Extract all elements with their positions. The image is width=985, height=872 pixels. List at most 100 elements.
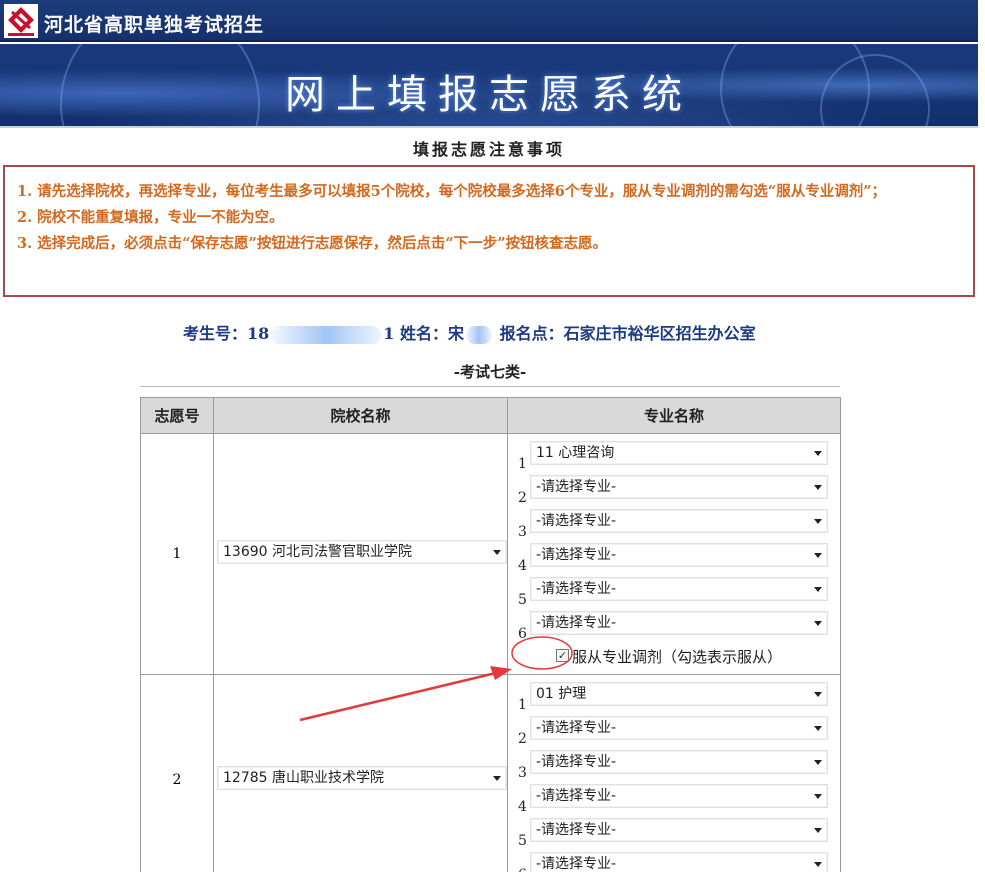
redacted-mask	[466, 325, 493, 344]
divider	[0, 126, 978, 128]
chevron-down-icon	[814, 828, 822, 833]
choices-table: 志愿号 院校名称 专业名称 1 13690 河北司法警官职业学院 1 11 心理…	[140, 397, 841, 872]
major-number: 2	[518, 490, 527, 506]
chevron-down-icon	[493, 776, 501, 781]
major-row: 4 -请选择专业-	[508, 540, 840, 574]
major-select[interactable]: -请选择专业-	[530, 475, 828, 499]
notes-title: 填报志愿注意事项	[412, 140, 565, 159]
major-row: 2 -请选择专业-	[508, 713, 840, 747]
school-select[interactable]: 12785 唐山职业技术学院	[217, 766, 507, 790]
top-bar: 河北省高职单独考试招生	[0, 0, 978, 42]
major-select-value: 11 心理咨询	[536, 445, 615, 461]
adjust-label: 服从专业调剂（勾选表示服从）	[572, 648, 783, 666]
major-number: 1	[518, 697, 527, 713]
header-major: 专业名称	[507, 397, 841, 434]
banner-title: 网上填报志愿系统	[285, 72, 693, 118]
table-header-row: 志愿号 院校名称 专业名称	[140, 397, 841, 434]
major-cell: 1 01 护理 2 -请选择专业- 3 -请选择专业- 4 -请选择专业- 5 …	[507, 674, 841, 872]
adjust-checkbox[interactable]: ✓	[556, 649, 569, 662]
office-label: 报名点：	[499, 324, 564, 343]
note-item-1: 1. 请先选择院校，再选择专业，每位考生最多可以填报5个院校，每个院校最多选择6…	[17, 183, 887, 200]
chevron-down-icon	[814, 760, 822, 765]
major-select[interactable]: -请选择专业-	[530, 818, 828, 842]
major-number: 6	[518, 626, 527, 642]
major-number: 4	[518, 799, 527, 815]
school-select[interactable]: 13690 河北司法警官职业学院	[217, 540, 507, 564]
major-select[interactable]: -请选择专业-	[530, 750, 828, 774]
chevron-down-icon	[814, 587, 822, 592]
major-number: 6	[518, 867, 527, 872]
major-number: 3	[518, 524, 527, 540]
student-info: 考生号：18 1 姓名：宋 报名点：石家庄市裕华区招生办公室	[183, 320, 756, 344]
major-select-value: -请选择专业-	[536, 581, 617, 597]
major-row: 3 -请选择专业-	[508, 747, 840, 781]
major-select[interactable]: -请选择专业-	[530, 577, 828, 601]
major-select[interactable]: 11 心理咨询	[530, 441, 828, 465]
major-select-value: -请选择专业-	[536, 856, 617, 872]
exam-type: -考试七类-	[453, 363, 527, 381]
school-select-value: 12785 唐山职业技术学院	[223, 770, 384, 786]
major-number: 5	[518, 592, 527, 608]
notes-box: 1. 请先选择院校，再选择专业，每位考生最多可以填报5个院校，每个院校最多选择6…	[3, 165, 975, 297]
major-row: 3 -请选择专业-	[508, 506, 840, 540]
redacted-mask	[271, 325, 382, 344]
student-id-prefix: 18	[247, 324, 270, 343]
note-item-2: 2. 院校不能重复填报，专业一不能为空。	[17, 209, 284, 226]
major-select-value: -请选择专业-	[536, 788, 617, 804]
chevron-down-icon	[814, 621, 822, 626]
major-select[interactable]: -请选择专业-	[530, 509, 828, 533]
major-select[interactable]: -请选择专业-	[530, 716, 828, 740]
major-select[interactable]: -请选择专业-	[530, 852, 828, 872]
table-row: 1 13690 河北司法警官职业学院 1 11 心理咨询 2 -请选择专业- 3…	[140, 433, 841, 675]
major-select-value: -请选择专业-	[536, 479, 617, 495]
chevron-down-icon	[814, 451, 822, 456]
table-row: 2 12785 唐山职业技术学院 1 01 护理 2 -请选择专业- 3 -请选…	[140, 674, 841, 872]
major-row: 6 -请选择专业-	[508, 608, 840, 642]
major-row: 5 -请选择专业-	[508, 574, 840, 608]
header-school: 院校名称	[213, 397, 508, 434]
school-cell: 12785 唐山职业技术学院	[213, 674, 508, 872]
major-number: 5	[518, 833, 527, 849]
major-number: 2	[518, 731, 527, 747]
student-id-label: 考生号：	[183, 324, 248, 343]
major-row: 4 -请选择专业-	[508, 781, 840, 815]
adjust-row: ✓ 服从专业调剂（勾选表示服从）	[508, 642, 840, 672]
chevron-down-icon	[814, 553, 822, 558]
major-select-value: -请选择专业-	[536, 720, 617, 736]
school-select-value: 13690 河北司法警官职业学院	[223, 544, 412, 560]
major-select-value: -请选择专业-	[536, 615, 617, 631]
chevron-down-icon	[493, 550, 501, 555]
logo-icon	[4, 4, 38, 38]
major-row: 5 -请选择专业-	[508, 815, 840, 849]
note-item-3: 3. 选择完成后，必须点击“保存志愿”按钮进行志愿保存，然后点击“下一步”按钮核…	[17, 235, 608, 252]
chevron-down-icon	[814, 692, 822, 697]
chevron-down-icon	[814, 726, 822, 731]
major-select[interactable]: 01 护理	[530, 682, 828, 706]
student-name-label: 姓名：	[400, 324, 449, 343]
student-name: 宋	[448, 324, 465, 343]
major-select[interactable]: -请选择专业-	[530, 543, 828, 567]
major-row: 1 11 心理咨询	[508, 438, 840, 472]
major-select-value: -请选择专业-	[536, 822, 617, 838]
school-cell: 13690 河北司法警官职业学院	[213, 433, 508, 675]
chevron-down-icon	[814, 862, 822, 867]
banner: 网上填报志愿系统	[0, 44, 978, 126]
major-select-value: 01 护理	[536, 686, 587, 702]
site-title: 河北省高职单独考试招生	[44, 14, 265, 36]
choice-number: 1	[140, 433, 214, 675]
major-row: 2 -请选择专业-	[508, 472, 840, 506]
major-select[interactable]: -请选择专业-	[530, 611, 828, 635]
major-number: 3	[518, 765, 527, 781]
major-select-value: -请选择专业-	[536, 547, 617, 563]
major-number: 4	[518, 558, 527, 574]
major-cell: 1 11 心理咨询 2 -请选择专业- 3 -请选择专业- 4 -请选择专业- …	[507, 433, 841, 675]
chevron-down-icon	[814, 794, 822, 799]
major-row: 6 -请选择专业-	[508, 849, 840, 872]
choice-number: 2	[140, 674, 214, 872]
major-select-value: -请选择专业-	[536, 754, 617, 770]
office-name: 石家庄市裕华区招生办公室	[563, 324, 756, 343]
divider	[140, 386, 840, 387]
major-select[interactable]: -请选择专业-	[530, 784, 828, 808]
major-row: 1 01 护理	[508, 679, 840, 713]
major-select-value: -请选择专业-	[536, 513, 617, 529]
